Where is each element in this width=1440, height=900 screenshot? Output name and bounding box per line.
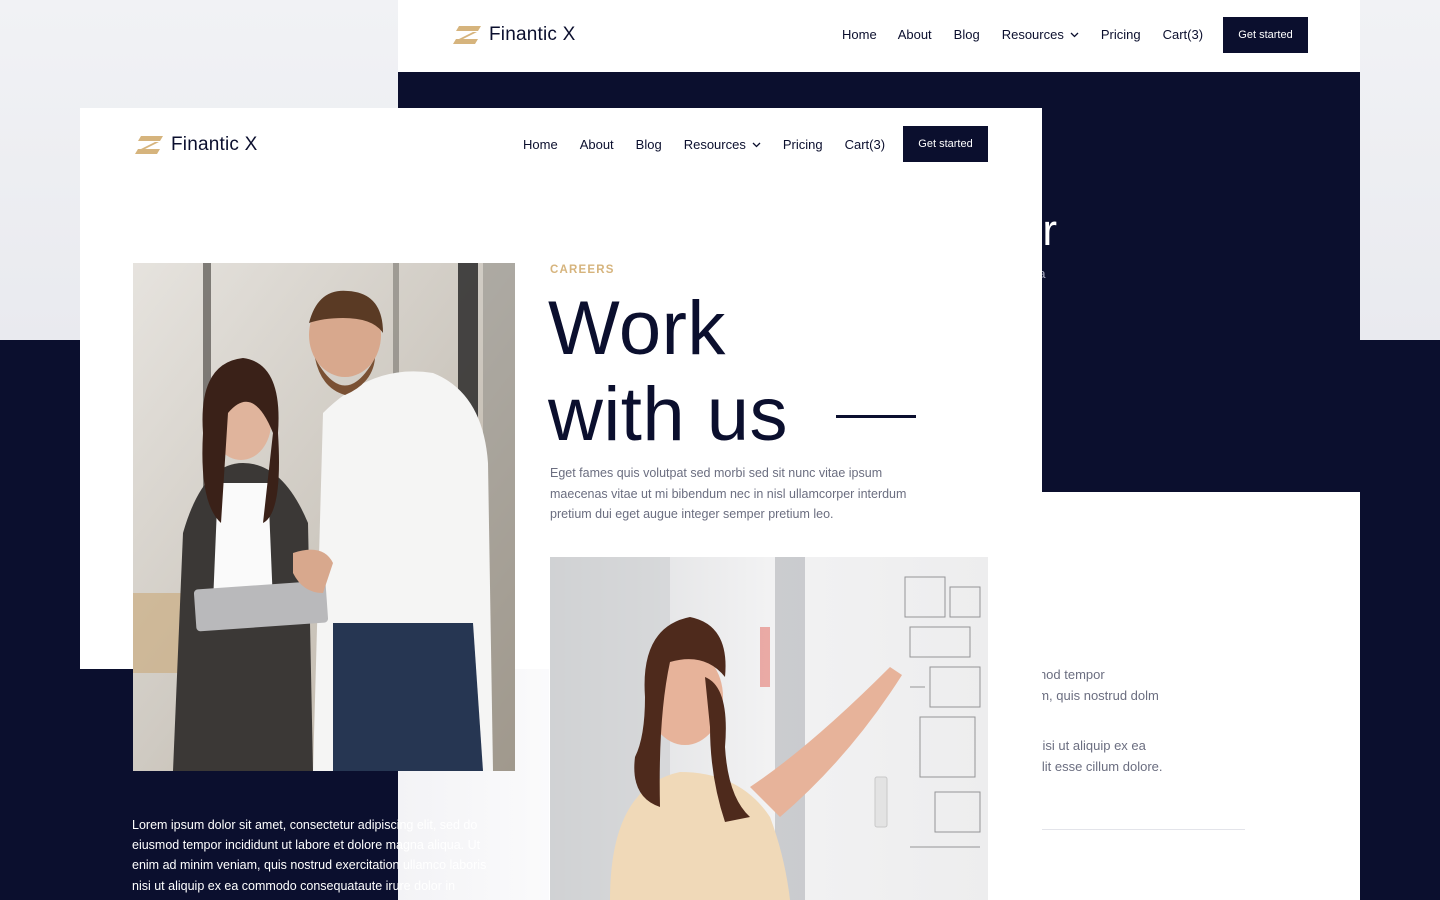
logo-text: Finantic X <box>489 24 576 45</box>
section-eyebrow: CAREERS <box>550 264 615 276</box>
logo-mark-icon <box>135 136 163 154</box>
title-dash <box>836 415 916 418</box>
chevron-down-icon <box>1070 32 1079 37</box>
body-paragraph: Lorem ipsum dolor sit amet, consectetur … <box>132 815 512 896</box>
whiteboard-photo-illustration <box>550 557 988 900</box>
hero-desc-line: Eget fames quis volutpat sed morbi sed s… <box>550 466 883 480</box>
hero-description: Eget fames quis volutpat sed morbi sed s… <box>550 463 930 525</box>
front-nav: Home About Blog Resources Pricing Cart(3… <box>523 137 885 152</box>
logo-mark-icon <box>453 26 481 44</box>
body-line: enim ad minim veniam, quis nostrud exerc… <box>132 858 487 873</box>
nav-blog[interactable]: Blog <box>636 137 662 152</box>
front-page-preview: Finantic X Home About Blog Resources Pri… <box>80 108 1042 900</box>
nav-pricing[interactable]: Pricing <box>1101 27 1141 42</box>
title-line-2: with us <box>548 372 789 457</box>
back-nav: Home About Blog Resources Pricing Cart(3… <box>842 27 1203 42</box>
body-line: eiusmod tempor incididunt ut labore et d… <box>132 838 481 853</box>
nav-resources-label: Resources <box>683 137 746 152</box>
nav-cart[interactable]: Cart(3) <box>845 137 885 152</box>
back-logo[interactable]: Finantic X <box>453 24 575 46</box>
nav-resources[interactable]: Resources <box>684 137 761 152</box>
nav-pricing[interactable]: Pricing <box>783 137 823 152</box>
get-started-button[interactable]: Get started <box>903 126 988 162</box>
chevron-down-icon <box>752 142 761 147</box>
front-logo[interactable]: Finantic X <box>135 134 257 156</box>
nav-about[interactable]: About <box>898 27 932 42</box>
body-line: Lorem ipsum dolor sit amet, consectetur … <box>132 818 478 832</box>
logo-text: Finantic X <box>171 134 258 155</box>
hero-desc-line: pretium dui eget augue integer semper pr… <box>550 507 834 521</box>
nav-blog[interactable]: Blog <box>954 27 980 42</box>
page-title: Work with us <box>548 286 788 458</box>
nav-home[interactable]: Home <box>523 137 558 152</box>
body-line: nisi ut aliquip ex ea commodo consequata… <box>132 878 456 893</box>
nav-cart[interactable]: Cart(3) <box>1163 27 1203 42</box>
get-started-button[interactable]: Get started <box>1223 17 1308 53</box>
title-line-1: Work <box>548 286 726 371</box>
nav-resources[interactable]: Resources <box>1002 27 1079 42</box>
nav-resources-label: Resources <box>1001 27 1064 42</box>
back-header: Finantic X Home About Blog Resources Pri… <box>398 0 1360 72</box>
team-photo <box>133 263 515 771</box>
whiteboard-photo <box>550 557 988 900</box>
team-photo-illustration <box>133 263 515 771</box>
nav-home[interactable]: Home <box>842 27 877 42</box>
nav-about[interactable]: About <box>580 137 614 152</box>
hero-desc-line: maecenas vitae ut mi bibendum nec in nis… <box>550 486 907 501</box>
